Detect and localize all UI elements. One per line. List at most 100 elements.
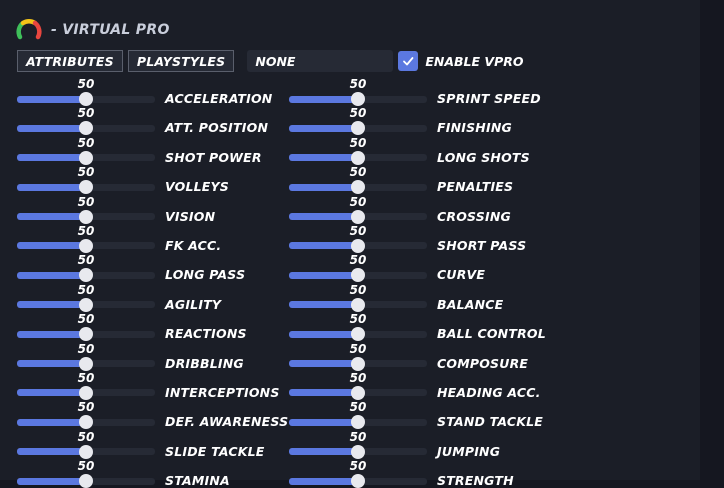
slider-thumb[interactable] [351, 209, 365, 224]
attribute-slider[interactable]: 50 [289, 459, 427, 488]
slider-thumb[interactable] [351, 150, 365, 165]
attribute-label: SHOT POWER [165, 149, 262, 165]
slider-fill [17, 183, 86, 191]
slider-thumb[interactable] [79, 150, 93, 165]
slider-value: 50 [77, 135, 95, 150]
attribute-slider[interactable]: 50 [289, 430, 427, 459]
slider-thumb[interactable] [351, 92, 365, 106]
preset-dropdown[interactable]: NONE [247, 50, 394, 72]
attribute-slider[interactable]: 50 [17, 430, 155, 459]
slider-fill [17, 242, 86, 250]
attribute-label: COMPOSURE [437, 355, 529, 371]
attribute-slider[interactable]: 50 [289, 106, 427, 136]
attribute-label: LONG PASS [165, 267, 246, 283]
attribute-label: DEF. AWARENESS [165, 414, 289, 430]
slider-value: 50 [349, 165, 367, 180]
attribute-slider[interactable]: 50 [17, 283, 155, 312]
slider-thumb[interactable] [79, 297, 93, 312]
attribute-slider[interactable]: 50 [289, 400, 427, 430]
attribute-slider[interactable]: 50 [289, 136, 427, 165]
checkmark-icon [403, 57, 414, 66]
slider-thumb[interactable] [79, 209, 93, 224]
slider-thumb[interactable] [79, 415, 93, 430]
toolbar: ATTRIBUTES PLAYSTYLES NONE ENABLE VPRO [17, 49, 524, 73]
slider-fill [17, 301, 86, 309]
slider-fill [289, 242, 358, 250]
slider-thumb[interactable] [351, 444, 365, 459]
slider-thumb[interactable] [79, 121, 93, 136]
slider-thumb[interactable] [351, 121, 365, 136]
window-title: - VIRTUAL PRO [51, 22, 170, 38]
attribute-slider[interactable]: 50 [17, 371, 155, 400]
slider-value: 50 [349, 223, 367, 238]
attribute-slider[interactable]: 50 [289, 253, 427, 283]
attribute-slider[interactable]: 50 [17, 342, 155, 371]
slider-value: 50 [349, 135, 367, 150]
attribute-slider[interactable]: 50 [17, 136, 155, 165]
slider-fill [289, 418, 358, 426]
slider-thumb[interactable] [351, 297, 365, 312]
slider-fill [289, 154, 358, 162]
attribute-slider[interactable]: 50 [289, 165, 427, 195]
slider-value: 50 [349, 341, 367, 356]
attribute-slider[interactable]: 50 [17, 459, 155, 488]
slider-fill [289, 360, 358, 368]
slider-value: 50 [77, 223, 95, 238]
attribute-label: DRIBBLING [165, 355, 244, 371]
slider-thumb[interactable] [351, 415, 365, 430]
attribute-slider[interactable]: 50 [17, 165, 155, 195]
attribute-slider[interactable]: 50 [289, 312, 427, 342]
attribute-slider[interactable]: 50 [289, 283, 427, 312]
attribute-slider[interactable]: 50 [17, 400, 155, 430]
attribute-slider[interactable]: 50 [17, 253, 155, 283]
attribute-slider[interactable]: 50 [289, 77, 427, 106]
attribute-slider[interactable]: 50 [17, 77, 155, 106]
slider-thumb[interactable] [351, 327, 365, 342]
slider-fill [289, 183, 358, 191]
slider-thumb[interactable] [351, 385, 365, 400]
attribute-slider[interactable]: 50 [17, 195, 155, 224]
slider-fill [289, 301, 358, 309]
slider-thumb[interactable] [351, 356, 365, 371]
slider-thumb[interactable] [79, 327, 93, 342]
attribute-slider[interactable]: 50 [289, 224, 427, 253]
slider-value: 50 [77, 400, 95, 415]
enable-vpro-checkbox[interactable] [398, 51, 419, 71]
slider-fill [289, 330, 358, 338]
attribute-slider[interactable]: 50 [17, 312, 155, 342]
slider-value: 50 [77, 459, 95, 474]
attribute-label: AGILITY [165, 296, 222, 312]
slider-thumb[interactable] [351, 268, 365, 283]
attribute-label: BALL CONTROL [437, 326, 546, 342]
slider-thumb[interactable] [79, 268, 93, 283]
slider-value: 50 [349, 312, 367, 327]
slider-value: 50 [349, 106, 367, 121]
attribute-slider[interactable]: 50 [289, 371, 427, 400]
slider-thumb[interactable] [79, 180, 93, 195]
slider-thumb[interactable] [79, 474, 93, 488]
slider-thumb[interactable] [351, 474, 365, 488]
slider-value: 50 [349, 400, 367, 415]
slider-thumb[interactable] [79, 92, 93, 106]
slider-thumb[interactable] [79, 356, 93, 371]
slider-value: 50 [349, 370, 367, 385]
slider-thumb[interactable] [79, 238, 93, 253]
slider-thumb[interactable] [79, 385, 93, 400]
attribute-slider[interactable]: 50 [17, 224, 155, 253]
attributes-tab-button[interactable]: ATTRIBUTES [17, 50, 123, 72]
attribute-label: STAND TACKLE [437, 414, 544, 430]
attribute-slider[interactable]: 50 [289, 342, 427, 371]
slider-value: 50 [77, 165, 95, 180]
attribute-slider[interactable]: 50 [17, 106, 155, 136]
slider-thumb[interactable] [351, 238, 365, 253]
attribute-label: JUMPING [437, 443, 501, 459]
slider-thumb[interactable] [79, 444, 93, 459]
slider-value: 50 [77, 282, 95, 297]
virtual-pro-panel: - VIRTUAL PRO ATTRIBUTES PLAYSTYLES NONE… [0, 0, 700, 488]
slider-fill [289, 95, 358, 103]
slider-value: 50 [77, 77, 95, 91]
slider-thumb[interactable] [351, 180, 365, 195]
attribute-slider[interactable]: 50 [289, 195, 427, 224]
slider-fill [289, 389, 358, 397]
playstyles-tab-button[interactable]: PLAYSTYLES [127, 50, 235, 72]
